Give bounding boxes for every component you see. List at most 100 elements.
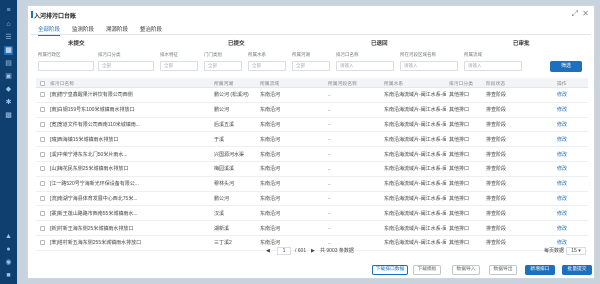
outlet-name-input[interactable]: 请输入: [336, 61, 394, 71]
row-checkbox[interactable]: [40, 166, 45, 172]
batch-submit-button[interactable]: 批量提交: [562, 265, 592, 275]
edit-link[interactable]: 修改: [557, 132, 567, 146]
cell-stage: 排查阶段: [486, 195, 507, 202]
gate-category-select[interactable]: 全部: [204, 61, 242, 71]
grid-icon[interactable]: ▩: [4, 111, 13, 120]
col-river: 所属河湖: [214, 81, 234, 87]
cell-basin: 东南沿河: [260, 121, 281, 128]
row-checkbox[interactable]: [40, 107, 45, 113]
filter-button[interactable]: 筛选: [550, 61, 582, 72]
table-row[interactable]: [瑞]西海镇15米城镇雨水排放口 于溪 东南沿河.. 东南沿海流域片-闽江水系-闽江其…: [36, 132, 588, 148]
row-checkbox[interactable]: [40, 240, 45, 246]
home-icon[interactable]: ⌂: [4, 20, 13, 29]
cell-outlet-name: [寨]新王莲山路路市西南55米城镇雨水...: [50, 210, 138, 217]
cell-stage: 排查阶段: [486, 225, 507, 232]
row-checkbox[interactable]: [40, 151, 45, 157]
row-checkbox[interactable]: [40, 225, 45, 231]
drain-feature-select[interactable]: 全部: [160, 61, 198, 71]
filter-label: 排水特征: [160, 52, 178, 57]
export-data-button[interactable]: 数据导出: [489, 265, 517, 275]
download-template-button[interactable]: 下载模板: [413, 265, 441, 275]
table-row[interactable]: [流]南湖宁海县体育发展中心西北75米... 鹏公河 东南沿河.. 东南沿海流域片-闽…: [36, 192, 588, 207]
edit-link[interactable]: 修改: [557, 147, 567, 161]
close-icon[interactable]: ✕: [582, 10, 589, 18]
page-size-label: 每页数据: [544, 248, 565, 254]
cell-stage: 排查阶段: [486, 166, 507, 173]
menu-icon[interactable]: ≡: [4, 6, 13, 15]
cell-category: 其他排口: [449, 121, 470, 128]
book-icon[interactable]: ▲: [4, 232, 13, 241]
import-data-button[interactable]: 数据导入: [452, 265, 480, 275]
list-icon[interactable]: ☰: [4, 33, 13, 42]
cell-river: 梅园溪溪: [214, 166, 235, 173]
ledger-modal: 入河排污口台账 ⤢ ✕ 全部阶段 监测阶段 溯源阶段 整治阶段 未提交 已提交 …: [27, 5, 595, 279]
cell-river: 汉溪: [214, 210, 225, 217]
table-row[interactable]: [寨]新王莲山路路市西南55米城镇雨水... 汉溪 东南沿河.. 东南沿海流域片-闽江…: [36, 206, 588, 222]
edit-link[interactable]: 修改: [557, 88, 567, 102]
page-size-select[interactable]: 15 ▾: [566, 247, 586, 255]
user-icon[interactable]: ●: [4, 245, 13, 254]
col-actions: 操作: [557, 81, 567, 87]
cell-stage: 排查阶段: [486, 121, 507, 128]
table-row[interactable]: [新]村新王海东侧25米城镇雨水排放口 湖新溪 东南沿河.. 东南沿海流域片-闽江水系…: [36, 221, 588, 236]
expand-icon[interactable]: ⤢: [572, 10, 578, 18]
section-name-input[interactable]: 请输入: [400, 61, 458, 71]
select-all-checkbox[interactable]: [40, 80, 45, 86]
map-icon[interactable]: ▦: [4, 46, 13, 55]
cell-category: 其他排口: [449, 151, 470, 158]
cell-water-system: 东南沿海流域片-闽江水系-闽江: [384, 210, 446, 217]
edit-link[interactable]: 修改: [557, 206, 567, 220]
district-select[interactable]: [38, 61, 94, 71]
outlet-category-select[interactable]: 全部: [98, 61, 154, 71]
edit-link[interactable]: 修改: [557, 118, 567, 132]
row-checkbox[interactable]: [40, 181, 45, 187]
table-row[interactable]: [宽]宽道文件有限公司西南110米城镇雨... 后溪五溪 东南沿河.. 东南沿海流域片…: [36, 118, 588, 133]
table-row[interactable]: [山]梅花民东侧25米城镇雨水排放口 梅园溪溪 东南沿河.. 东南沿海流域片-闽江水系…: [36, 162, 588, 177]
bell-icon[interactable]: ◉: [4, 258, 13, 267]
basin-input[interactable]: 请输入: [464, 61, 522, 71]
cell-outlet-name: [新]村新王海东侧25米城镇雨水排放口: [50, 225, 134, 232]
cell-section: ..: [328, 121, 331, 128]
page-number-input[interactable]: 1: [277, 247, 291, 255]
gear-icon[interactable]: ✱: [4, 98, 13, 107]
edit-link[interactable]: 修改: [557, 192, 567, 206]
table-row[interactable]: [南]德宁皇鑫醒果汁醉饮有限公司西侧 鹏公河 (松溪河) 东南沿河.. 东南沿海流域片…: [36, 88, 588, 103]
edit-link[interactable]: 修改: [557, 103, 567, 117]
col-basin: 所属流域: [260, 81, 280, 87]
next-page-icon[interactable]: ▶: [311, 246, 315, 256]
filter-label: 排污口名称: [336, 52, 359, 57]
row-checkbox[interactable]: [40, 195, 45, 201]
table-row[interactable]: [江一路520号宁海新光环保设备有限公... 穆林头河 东南沿河.. 东南沿海流域片-…: [36, 177, 588, 192]
edit-link[interactable]: 修改: [557, 177, 567, 191]
pagination: ◀ 1 / 601 ▶ 共 9003 条数据 每页数据 15 ▾: [28, 246, 596, 256]
download-outlet-data-button[interactable]: 下载排口数据: [372, 265, 408, 275]
row-checkbox[interactable]: [40, 121, 45, 127]
cell-basin: 东南沿河: [260, 225, 281, 232]
water-icon[interactable]: ◆: [4, 85, 13, 94]
chart-icon[interactable]: ▤: [4, 59, 13, 68]
stage-returned[interactable]: 已退回: [371, 39, 388, 47]
add-outlet-button[interactable]: 新增排口: [525, 265, 555, 275]
stage-approved[interactable]: 已审批: [513, 39, 530, 47]
cell-section: ..: [328, 225, 331, 232]
layers-icon[interactable]: ■: [4, 271, 13, 280]
row-checkbox[interactable]: [40, 136, 45, 142]
stage-submitted[interactable]: 已提交: [228, 39, 245, 47]
prev-page-icon[interactable]: ◀: [266, 246, 270, 256]
stage-not-submitted[interactable]: 未提交: [68, 39, 85, 47]
cell-category: 其他排口: [449, 166, 470, 173]
tabs-divider: [31, 34, 591, 35]
river-lake-select[interactable]: 全部: [292, 61, 330, 71]
edit-link[interactable]: 修改: [557, 162, 567, 176]
row-checkbox[interactable]: [40, 92, 45, 98]
cell-basin: 东南沿河: [260, 92, 281, 99]
cell-river: 于溪: [214, 136, 225, 143]
edit-link[interactable]: 修改: [557, 221, 567, 235]
table-row[interactable]: [南]白钢159号东100米城镇雨水排放口 鹏公河 东南沿河.. 东南沿海流域片-闽江…: [36, 103, 588, 118]
row-checkbox[interactable]: [40, 210, 45, 216]
table-row[interactable]: [溪]中荣宁港东东北门50米片雨水... 兴国源河水渠 东南沿河.. 东南沿海流域片-…: [36, 147, 588, 162]
cell-section: ..: [328, 195, 331, 202]
water-system-select[interactable]: 全部: [248, 61, 286, 71]
cell-outlet-name: [瑞]西海镇15米城镇雨水排放口: [50, 136, 119, 143]
file-icon[interactable]: ▣: [4, 72, 13, 81]
